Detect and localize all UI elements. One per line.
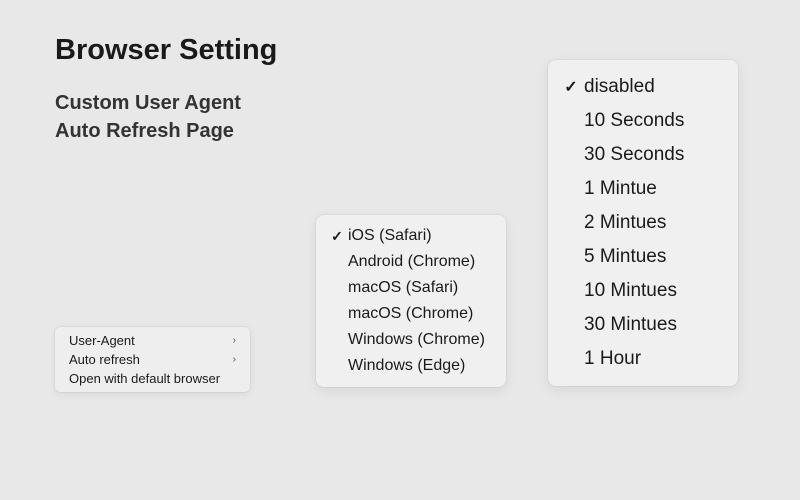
ua-menu-item-ios-safari[interactable]: ✓ iOS (Safari) [322,223,500,249]
refresh-menu-item-1-minute[interactable]: 1 Mintue [554,172,732,206]
refresh-menu-item-label: 1 Mintue [584,178,657,200]
refresh-menu-item-1-hour[interactable]: 1 Hour [554,342,732,376]
refresh-menu-item-label: disabled [584,76,655,98]
ua-menu-item-label: Android (Chrome) [348,253,475,271]
auto-refresh-menu: ✓ disabled 10 Seconds 30 Seconds 1 Mintu… [548,60,738,386]
ua-menu-item-windows-edge[interactable]: Windows (Edge) [322,353,500,379]
context-menu-item-open-default-browser[interactable]: Open with default browser [55,369,250,388]
user-agent-menu: ✓ iOS (Safari) Android (Chrome) macOS (S… [316,215,506,387]
ua-menu-item-label: macOS (Chrome) [348,305,473,323]
chevron-right-icon: › [233,354,236,365]
refresh-menu-item-label: 30 Seconds [584,144,684,166]
subtitle-custom-user-agent: Custom User Agent [55,92,241,115]
context-menu-item-label: Auto refresh [69,352,140,367]
context-menu-item-label: User-Agent [69,333,135,348]
refresh-menu-item-label: 10 Seconds [584,110,684,132]
refresh-menu-item-label: 10 Mintues [584,280,677,302]
context-menu-item-auto-refresh[interactable]: Auto refresh › [55,350,250,369]
refresh-menu-item-10-seconds[interactable]: 10 Seconds [554,104,732,138]
ua-menu-item-android-chrome[interactable]: Android (Chrome) [322,249,500,275]
ua-menu-item-label: Windows (Chrome) [348,331,485,349]
refresh-menu-item-disabled[interactable]: ✓ disabled [554,70,732,104]
checkmark-icon: ✓ [560,77,582,97]
checkmark-icon: ✓ [328,228,346,245]
refresh-menu-item-label: 1 Hour [584,348,641,370]
refresh-menu-item-30-seconds[interactable]: 30 Seconds [554,138,732,172]
refresh-menu-item-label: 30 Mintues [584,314,677,336]
context-menu-item-user-agent[interactable]: User-Agent › [55,331,250,350]
ua-menu-item-macos-chrome[interactable]: macOS (Chrome) [322,301,500,327]
chevron-right-icon: › [233,335,236,346]
ua-menu-item-label: macOS (Safari) [348,279,458,297]
ua-menu-item-label: iOS (Safari) [348,227,432,245]
subtitle-auto-refresh-page: Auto Refresh Page [55,120,234,143]
ua-menu-item-macos-safari[interactable]: macOS (Safari) [322,275,500,301]
refresh-menu-item-5-minutes[interactable]: 5 Mintues [554,240,732,274]
refresh-menu-item-10-minutes[interactable]: 10 Mintues [554,274,732,308]
context-menu: User-Agent › Auto refresh › Open with de… [55,327,250,392]
refresh-menu-item-30-minutes[interactable]: 30 Mintues [554,308,732,342]
refresh-menu-item-label: 2 Mintues [584,212,666,234]
page-title: Browser Setting [55,34,277,67]
refresh-menu-item-2-minutes[interactable]: 2 Mintues [554,206,732,240]
refresh-menu-item-label: 5 Mintues [584,246,666,268]
ua-menu-item-windows-chrome[interactable]: Windows (Chrome) [322,327,500,353]
context-menu-item-label: Open with default browser [69,371,220,386]
ua-menu-item-label: Windows (Edge) [348,357,465,375]
